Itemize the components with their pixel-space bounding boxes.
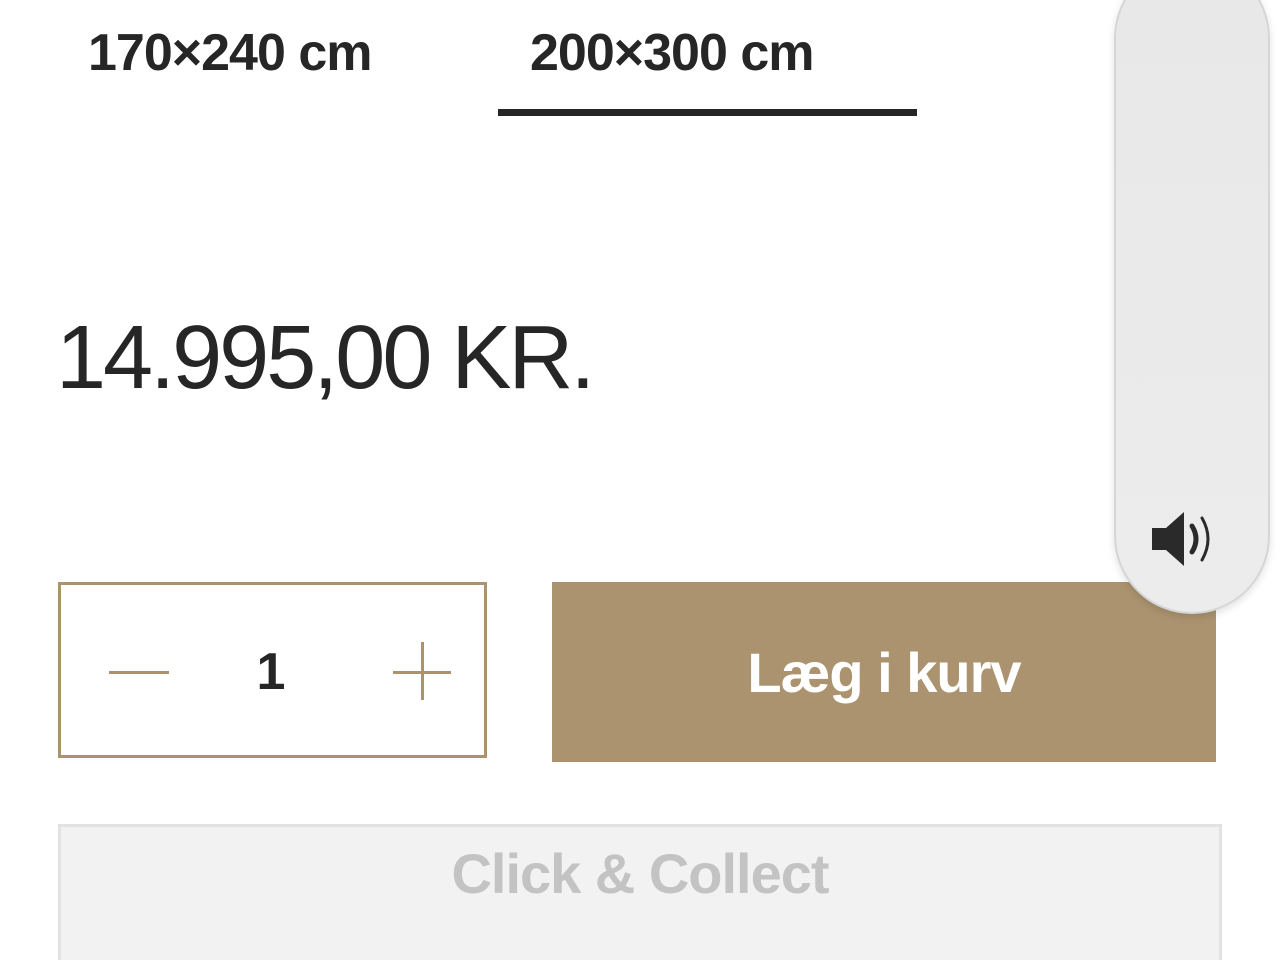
selected-size-indicator xyxy=(498,109,917,116)
plus-icon[interactable] xyxy=(391,641,455,705)
click-collect-label: Click & Collect xyxy=(451,842,829,905)
quantity-input[interactable] xyxy=(241,640,301,704)
speaker-volume-icon[interactable] xyxy=(1148,504,1228,574)
click-collect-button[interactable]: Click & Collect xyxy=(58,824,1222,960)
size-option-170x240[interactable]: 170×240 cm xyxy=(88,20,372,86)
product-price: 14.995,00 KR. xyxy=(56,308,595,408)
product-purchase-section: 170×240 cm 200×300 cm 14.995,00 KR. Læg … xyxy=(0,0,1280,960)
quantity-stepper xyxy=(58,582,487,758)
minus-icon[interactable] xyxy=(109,641,173,705)
add-to-cart-button[interactable]: Læg i kurv xyxy=(552,582,1216,762)
volume-panel[interactable] xyxy=(1114,0,1270,614)
add-to-cart-label: Læg i kurv xyxy=(747,640,1021,704)
size-option-200x300[interactable]: 200×300 cm xyxy=(530,20,814,86)
